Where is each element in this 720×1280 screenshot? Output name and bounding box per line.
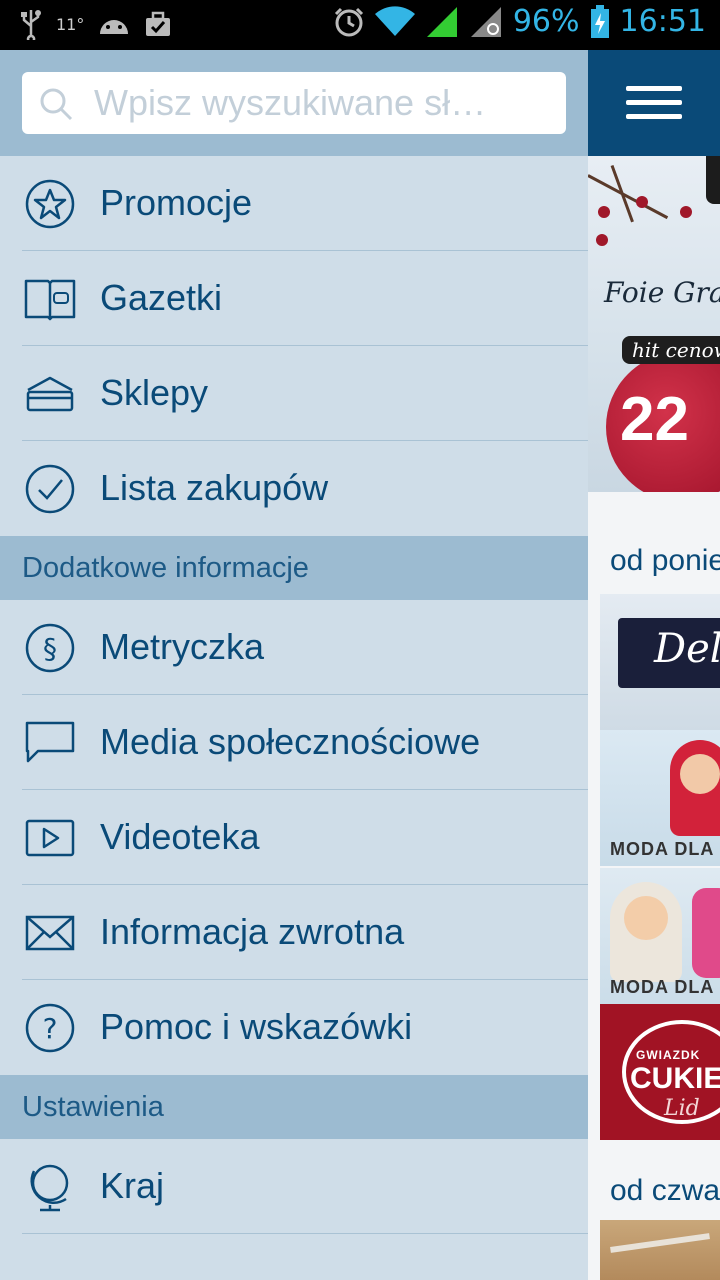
- check-circle-icon: [24, 463, 76, 515]
- banner-corner: [706, 156, 720, 204]
- menu-item-gazetki[interactable]: Gazetki: [0, 251, 588, 346]
- section-sign-icon: §: [24, 622, 76, 674]
- menu-item-promocje[interactable]: Promocje: [0, 156, 588, 251]
- open-book-icon: [24, 273, 76, 325]
- navigation-drawer: Promocje Gazetki Sklepy Lista zakupów Do…: [0, 50, 588, 1280]
- menu-item-label: Metryczka: [100, 626, 265, 667]
- search-box[interactable]: [22, 72, 566, 134]
- section-header-additional-info: Dodatkowe informacje: [0, 536, 588, 600]
- date-section-2: od czwa: [610, 1174, 720, 1207]
- berry-decoration: [680, 206, 692, 218]
- globe-icon: [24, 1161, 76, 1213]
- branch-decoration: [610, 164, 634, 223]
- menu-item-videoteka[interactable]: Videoteka: [0, 790, 588, 885]
- tile-caption: MODA DLA M: [610, 977, 720, 997]
- app-header: [588, 50, 720, 156]
- menu-item-label: Sklepy: [100, 372, 209, 413]
- toy-rail: [610, 1233, 710, 1253]
- promo-tile-moda[interactable]: MODA DLA: [600, 730, 720, 866]
- menu-item-kraj[interactable]: Kraj: [0, 1139, 588, 1234]
- section-header-settings: Ustawienia: [0, 1075, 588, 1139]
- banner-product: Foie Gras: [604, 276, 720, 309]
- signal-icon: [425, 5, 459, 39]
- menu-item-lista-zakupow[interactable]: Lista zakupów: [0, 441, 588, 536]
- section-header-label: Dodatkowe informacje: [22, 552, 309, 584]
- tile-caption: MODA DLA: [610, 839, 715, 859]
- menu-item-label: Media społecznościowe: [100, 721, 481, 762]
- envelope-icon: [24, 907, 76, 959]
- hamburger-menu-icon[interactable]: [626, 86, 682, 128]
- wifi-icon: [374, 5, 415, 38]
- date-section-1: od ponie: [610, 544, 720, 577]
- menu-item-label: Lista zakupów: [100, 467, 329, 508]
- menu-item-pomoc[interactable]: ? Pomoc i wskazówki: [0, 980, 588, 1075]
- menu-item-label: Informacja zwrotna: [100, 911, 405, 952]
- battery-percent: 96%: [512, 4, 580, 39]
- tile-sub: Lid: [664, 1096, 700, 1121]
- promo-tile-cukiernia[interactable]: GWIAZDK CUKIE Lid: [600, 1004, 720, 1140]
- svg-text:?: ?: [43, 1012, 58, 1045]
- tile-brand: Deli: [654, 626, 720, 672]
- promo-tile-delicia[interactable]: Deli: [600, 594, 720, 730]
- search-bar: [0, 50, 588, 156]
- menu-item-label: Pomoc i wskazówki: [100, 1006, 413, 1047]
- battery-charging-icon: [590, 4, 610, 39]
- question-circle-icon: ?: [24, 1002, 76, 1054]
- child-face: [624, 896, 668, 940]
- berry-decoration: [598, 206, 610, 218]
- android-icon: [98, 12, 130, 36]
- tile-top-text: GWIAZDK: [636, 1048, 701, 1062]
- hit-badge: hit cenowy: [622, 336, 720, 364]
- banner-price: 22: [620, 385, 689, 454]
- menu-item-sklepy[interactable]: Sklepy: [0, 346, 588, 441]
- divider: [22, 1233, 588, 1234]
- berry-decoration: [596, 234, 608, 246]
- usb-icon: [20, 8, 42, 40]
- child-face: [680, 754, 720, 794]
- tile-title: CUKIE: [630, 1062, 720, 1095]
- briefcase-icon: [144, 10, 172, 38]
- main-content: Foie Gras hit cenowy 22 od ponie Deli MO…: [588, 50, 720, 1280]
- menu-item-label: Videoteka: [100, 816, 260, 857]
- promo-tile-moda-2[interactable]: MODA DLA M: [600, 868, 720, 1004]
- section-header-label: Ustawienia: [22, 1091, 164, 1123]
- video-play-icon: [24, 812, 76, 864]
- search-input[interactable]: [94, 80, 554, 126]
- search-icon: [38, 86, 74, 127]
- berry-decoration: [636, 196, 648, 208]
- menu-item-informacja-zwrotna[interactable]: Informacja zwrotna: [0, 885, 588, 980]
- child-photo-2: [692, 888, 720, 978]
- menu-item-media-spolecznosciowe[interactable]: Media społecznościowe: [0, 695, 588, 790]
- clock: 16:51: [619, 4, 706, 39]
- temperature-text: 11°: [56, 14, 85, 34]
- speech-bubble-icon: [24, 717, 76, 769]
- svg-text:§: §: [43, 632, 57, 665]
- menu-item-metryczka[interactable]: § Metryczka: [0, 600, 588, 695]
- promo-tile-toys[interactable]: [600, 1220, 720, 1280]
- store-icon: [24, 368, 76, 420]
- menu-item-label: Kraj: [100, 1165, 165, 1206]
- menu-item-label: Gazetki: [100, 277, 223, 318]
- alarm-icon: [333, 6, 365, 38]
- status-bar: 11° 96% 16:51: [0, 0, 720, 50]
- promo-banner[interactable]: Foie Gras hit cenowy 22: [588, 156, 720, 492]
- signal-search-icon: [469, 5, 503, 39]
- star-circle-icon: [24, 178, 76, 230]
- menu-item-label: Promocje: [100, 182, 253, 223]
